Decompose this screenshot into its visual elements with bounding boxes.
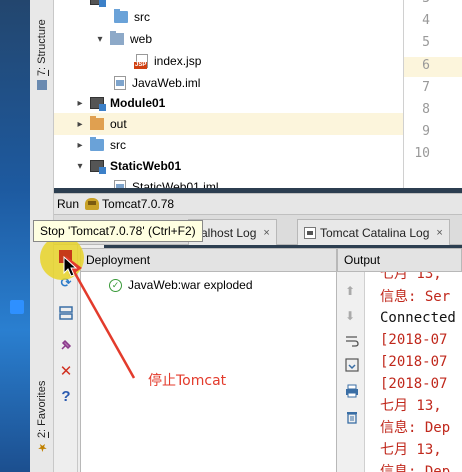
annotation-arrow <box>66 256 136 379</box>
mouse-cursor-icon <box>63 256 78 277</box>
